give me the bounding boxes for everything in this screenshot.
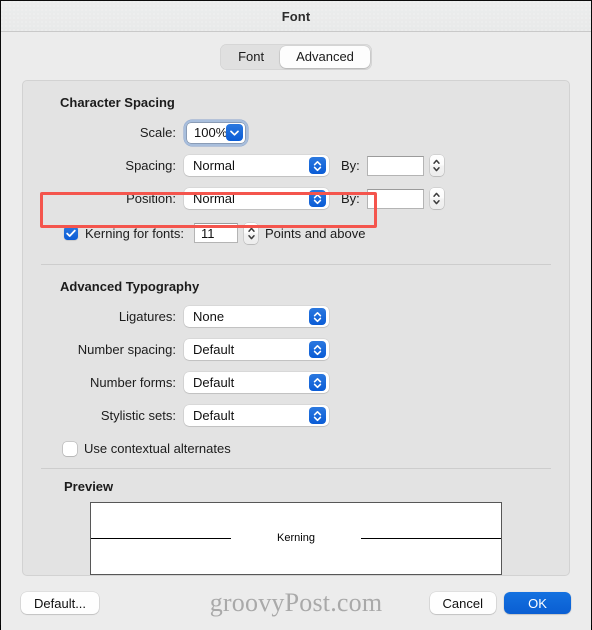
position-row: Position: Normal By:: [41, 185, 551, 212]
number-forms-label: Number forms:: [90, 375, 176, 390]
kerning-size-input[interactable]: 11: [194, 223, 238, 243]
spacing-by-input[interactable]: [366, 155, 424, 176]
dialog-footer: groovyPost.com Default... Cancel OK: [1, 576, 591, 630]
character-spacing-heading: Character Spacing: [60, 95, 175, 110]
scale-combobox[interactable]: 100%: [187, 122, 245, 143]
kerning-label: Kerning for fonts:: [85, 225, 184, 241]
stylistic-sets-popup-button[interactable]: Default: [184, 405, 329, 426]
scale-label: Scale:: [139, 125, 176, 140]
number-spacing-popup-button[interactable]: Default: [184, 339, 329, 360]
kerning-row: Kerning for fonts: 11 Points and above: [41, 218, 551, 248]
ligatures-label: Ligatures:: [118, 309, 176, 324]
ligatures-row: Ligatures: None: [41, 303, 551, 330]
kerning-size-value: 11: [201, 225, 215, 241]
number-spacing-row: Number spacing: Default: [41, 336, 551, 363]
tab-bar: Font Advanced: [1, 32, 591, 80]
chevron-down-icon[interactable]: [226, 124, 243, 141]
kerning-size-stepper[interactable]: [244, 222, 258, 244]
cancel-button[interactable]: Cancel: [429, 592, 496, 614]
number-spacing-label: Number spacing:: [77, 342, 176, 357]
kerning-checkbox[interactable]: [64, 226, 78, 240]
preview-heading: Preview: [64, 479, 114, 494]
settings-panel: Character Spacing Scale: 100% Spacing: N…: [22, 80, 570, 576]
stylistic-sets-row: Stylistic sets: Default: [41, 402, 551, 429]
position-by-label: By:: [341, 191, 360, 206]
number-forms-value: Default: [193, 375, 235, 390]
stylistic-sets-value: Default: [193, 408, 235, 423]
number-forms-popup-button[interactable]: Default: [184, 372, 329, 393]
preview-rule-left: [91, 538, 232, 539]
font-dialog-window: Font Font Advanced Character Spacing Sca…: [0, 0, 592, 630]
advanced-typography-heading: Advanced Typography: [60, 279, 200, 294]
ligatures-popup-button[interactable]: None: [184, 306, 329, 327]
spacing-popup-button[interactable]: Normal: [184, 155, 329, 176]
ligatures-value: None: [193, 309, 225, 324]
spacing-row: Spacing: Normal By:: [41, 152, 551, 179]
preview-box: Kerning: [90, 502, 502, 575]
ok-button[interactable]: OK: [504, 592, 571, 614]
position-by-stepper[interactable]: [429, 188, 444, 209]
spacing-by-label: By:: [341, 158, 360, 173]
chevron-up-down-icon[interactable]: [309, 308, 326, 325]
kerning-suffix-label: Points and above: [265, 225, 366, 241]
number-forms-row: Number forms: Default: [41, 369, 551, 396]
spacing-value: Normal: [193, 158, 235, 173]
segmented-control: Font Advanced: [220, 44, 372, 70]
window-titlebar: Font: [1, 1, 591, 32]
spacing-by-stepper[interactable]: [429, 155, 444, 176]
position-label: Position:: [126, 191, 176, 206]
default-button[interactable]: Default...: [21, 592, 100, 614]
spacing-label: Spacing:: [125, 158, 176, 173]
chevron-up-down-icon[interactable]: [309, 407, 326, 424]
preview-rule-right: [360, 538, 502, 539]
preview-sample-text: Kerning: [277, 531, 315, 544]
divider-preview: [41, 468, 551, 469]
tab-advanced[interactable]: Advanced: [280, 46, 370, 68]
contextual-alternates-checkbox[interactable]: [63, 441, 77, 456]
position-by-input[interactable]: [366, 188, 424, 209]
chevron-up-down-icon[interactable]: [309, 190, 326, 207]
position-value: Normal: [193, 191, 235, 206]
contextual-alternates-row: Use contextual alternates: [41, 441, 551, 456]
chevron-up-down-icon[interactable]: [309, 157, 326, 174]
scale-focus-ring: 100%: [184, 119, 248, 146]
divider-typography: [41, 264, 551, 265]
window-title: Font: [281, 8, 311, 24]
dialog-body: Font Advanced Character Spacing Scale: 1…: [1, 32, 591, 630]
contextual-alternates-label: Use contextual alternates: [84, 441, 231, 456]
preview-content: Kerning: [91, 531, 502, 545]
position-popup-button[interactable]: Normal: [184, 188, 329, 209]
tab-font[interactable]: Font: [222, 46, 280, 68]
chevron-up-down-icon[interactable]: [309, 341, 326, 358]
number-spacing-value: Default: [193, 342, 235, 357]
scale-value: 100%: [194, 125, 228, 140]
chevron-up-down-icon[interactable]: [309, 374, 326, 391]
stylistic-sets-label: Stylistic sets:: [100, 408, 176, 423]
scale-row: Scale: 100%: [41, 119, 551, 146]
